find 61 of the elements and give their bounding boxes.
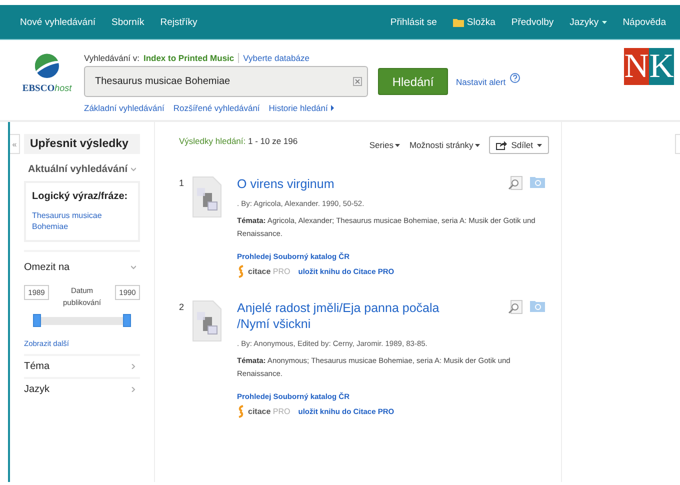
sort-dropdown[interactable]: Series	[369, 140, 394, 150]
folder-add-icon[interactable]	[530, 300, 545, 312]
chevron-down-icon[interactable]	[131, 167, 136, 172]
chevron-right-icon[interactable]	[131, 364, 136, 369]
globe-logo-icon	[34, 53, 60, 79]
box-title: Logický výraz/fráze:	[32, 191, 129, 202]
search-in-label: Vyhledávání v:	[84, 53, 140, 63]
folder-add-icon[interactable]	[530, 176, 545, 188]
nav-link[interactable]: Předvolby	[503, 16, 562, 28]
help-icon[interactable]	[510, 72, 520, 82]
library-logo-letter: K	[649, 48, 674, 85]
search-term-link[interactable]: Thesaurus musicae Bohemiae	[32, 210, 132, 232]
section-heading: Aktuální vyhledávání	[27, 164, 128, 175]
results-summary: Výsledky hledání: 1 - 10 ze 196	[179, 136, 298, 146]
chevron-right-icon[interactable]	[131, 387, 136, 392]
share-button[interactable]: Sdílet	[489, 136, 549, 154]
chain-link-icon	[237, 405, 245, 418]
library-logo-letter: N	[624, 48, 649, 85]
nav-link[interactable]: Nové vyhledávání	[12, 16, 104, 28]
caret-icon	[475, 144, 480, 146]
logo-text: EBSCOhost	[22, 83, 72, 94]
database-name: Index to Printed Music	[143, 53, 234, 63]
section-heading: Omezit na	[24, 262, 70, 273]
slider-handle[interactable]	[33, 314, 41, 327]
nav-link[interactable]: Přihlásit se	[382, 16, 445, 28]
sidebar-title: Upřesnit výsledky	[24, 134, 140, 154]
caret-icon	[395, 144, 400, 146]
nav-link[interactable]: Sborník	[104, 16, 152, 28]
citace-logo-text: citace PRO	[248, 267, 290, 276]
nav-link[interactable]: Rejstříky	[152, 16, 206, 28]
share-icon	[496, 140, 508, 150]
magnifier-preview-icon[interactable]	[508, 176, 523, 190]
nav-dropdown[interactable]: Jazyky	[570, 16, 599, 28]
clear-icon[interactable]	[353, 77, 362, 86]
triangle-right-icon	[330, 105, 334, 111]
page-options-dropdown[interactable]: Možnosti stránky	[409, 140, 474, 150]
set-alert-link[interactable]: Nastavit alert	[456, 76, 506, 86]
facet-heading[interactable]: Téma	[24, 361, 50, 372]
chevron-down-icon[interactable]	[131, 265, 136, 270]
caret-icon	[537, 144, 542, 146]
citace-logo-text: citace PRO	[248, 407, 290, 416]
choose-database-link[interactable]: Vyberte databáze	[243, 53, 310, 63]
magnifier-preview-icon[interactable]	[508, 300, 523, 314]
nav-link[interactable]: Nápověda	[614, 16, 674, 28]
nav-link[interactable]: Složka	[466, 16, 496, 28]
chain-link-icon	[237, 265, 245, 278]
panel-toggle-button[interactable]	[675, 134, 680, 154]
search-field[interactable]: Thesaurus musicae Bohemiae	[84, 66, 368, 97]
result-number: 2	[179, 302, 186, 314]
slider-handle[interactable]	[123, 314, 131, 327]
search-mode-link[interactable]: Základní vyhledávání	[84, 103, 164, 113]
search-mode-link[interactable]: Rozšířené vyhledávání	[173, 103, 260, 113]
search-button[interactable]: Hledání	[378, 68, 448, 95]
result-title-link[interactable]: O virens virginum	[237, 176, 457, 192]
caret-icon	[602, 20, 607, 24]
folder-icon	[452, 18, 464, 26]
result-title-link[interactable]: Anjelé radost jměli/Eja panna počala /Nymí všickni	[237, 300, 457, 332]
collapse-sidebar-button[interactable]: «	[10, 134, 20, 154]
search-mode-link[interactable]: Historie hledání	[268, 103, 328, 113]
result-number: 1	[179, 178, 186, 190]
facet-heading[interactable]: Jazyk	[24, 384, 50, 395]
